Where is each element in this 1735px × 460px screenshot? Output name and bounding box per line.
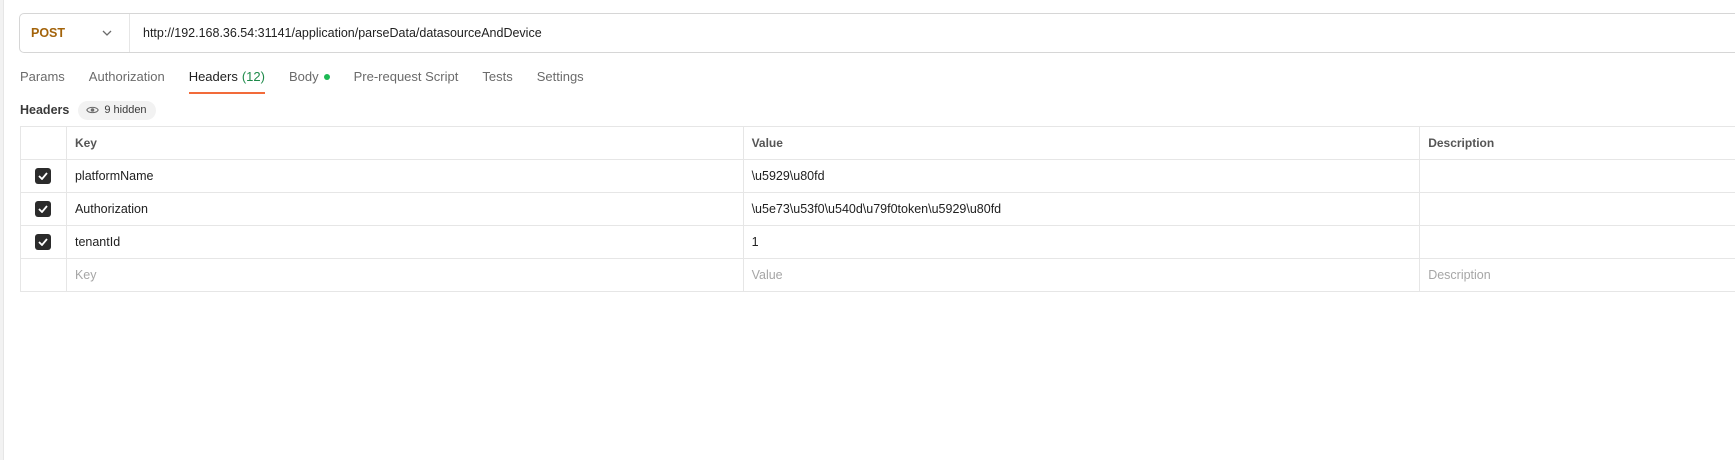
tab-settings[interactable]: Settings (537, 68, 584, 94)
hidden-headers-toggle[interactable]: 9 hidden (78, 100, 156, 120)
header-description-field[interactable] (1420, 226, 1735, 258)
value-column-header: Value (744, 127, 1421, 159)
row-checkbox-cell (21, 160, 67, 192)
left-panel-edge (0, 0, 4, 460)
row-checkbox-cell (21, 193, 67, 225)
new-value-input[interactable]: Value (744, 259, 1421, 291)
header-key-field[interactable]: platformName (67, 160, 744, 192)
new-header-row: Key Value Description (21, 259, 1735, 292)
header-value-field[interactable]: \u5e73\u53f0\u540d\u79f0token\u5929\u80f… (744, 193, 1421, 225)
tab-tests[interactable]: Tests (482, 68, 512, 94)
tab-label: Authorization (88, 69, 165, 84)
header-value-field[interactable]: 1 (744, 226, 1421, 258)
header-key-field[interactable]: tenantId (67, 226, 744, 258)
description-column-header: Description (1420, 127, 1735, 159)
check-icon (38, 205, 49, 213)
request-tabs: Params Authorization Headers (12) Body Pr… (20, 68, 608, 94)
tab-authorization[interactable]: Authorization (89, 68, 165, 94)
select-column-header (21, 127, 67, 159)
checkbox[interactable] (35, 201, 52, 217)
tab-label: Params (20, 69, 65, 84)
method-label: POST (31, 26, 66, 40)
tab-body[interactable]: Body (289, 68, 330, 94)
check-icon (38, 238, 49, 246)
row-checkbox-cell (21, 226, 67, 258)
tab-label: Pre-request Script (353, 69, 459, 84)
check-icon (38, 172, 49, 180)
table-row: Authorization \u5e73\u53f0\u540d\u79f0to… (21, 193, 1735, 226)
header-key-field[interactable]: Authorization (67, 193, 744, 225)
table-header-row: Key Value Description (21, 127, 1735, 160)
tab-params[interactable]: Params (20, 68, 65, 94)
eye-icon (86, 105, 100, 115)
table-row: tenantId 1 (21, 226, 1735, 259)
body-indicator-dot (323, 74, 330, 80)
header-description-field[interactable] (1420, 193, 1735, 225)
tab-label: Body (288, 69, 319, 84)
tab-pre-request-script[interactable]: Pre-request Script (354, 68, 459, 94)
table-row: platformName \u5929\u80fd (21, 160, 1735, 193)
url-input[interactable]: http://192.168.36.54:31141/application/p… (130, 26, 1735, 40)
tab-label: Tests (482, 69, 513, 84)
header-value-field[interactable]: \u5929\u80fd (744, 160, 1421, 192)
tab-label: Headers (188, 69, 238, 84)
checkbox[interactable] (35, 234, 52, 250)
row-checkbox-cell (21, 259, 67, 291)
tab-label: Settings (536, 69, 584, 84)
headers-title: Headers (20, 103, 70, 117)
chevron-down-icon (101, 27, 113, 39)
headers-toolbar: Headers 9 hidden (20, 100, 156, 120)
headers-table: Key Value Description platformName \u592… (20, 126, 1735, 292)
method-select[interactable]: POST (20, 14, 130, 52)
hidden-count-label: 9 hidden (104, 104, 147, 116)
new-description-input[interactable]: Description (1420, 259, 1735, 291)
checkbox[interactable] (35, 168, 52, 184)
tab-headers[interactable]: Headers (12) (188, 68, 266, 94)
request-url-bar: POST http://192.168.36.54:31141/applicat… (19, 13, 1735, 53)
header-description-field[interactable] (1420, 160, 1735, 192)
headers-count: (12) (241, 69, 265, 84)
new-key-input[interactable]: Key (67, 259, 744, 291)
key-column-header: Key (67, 127, 744, 159)
